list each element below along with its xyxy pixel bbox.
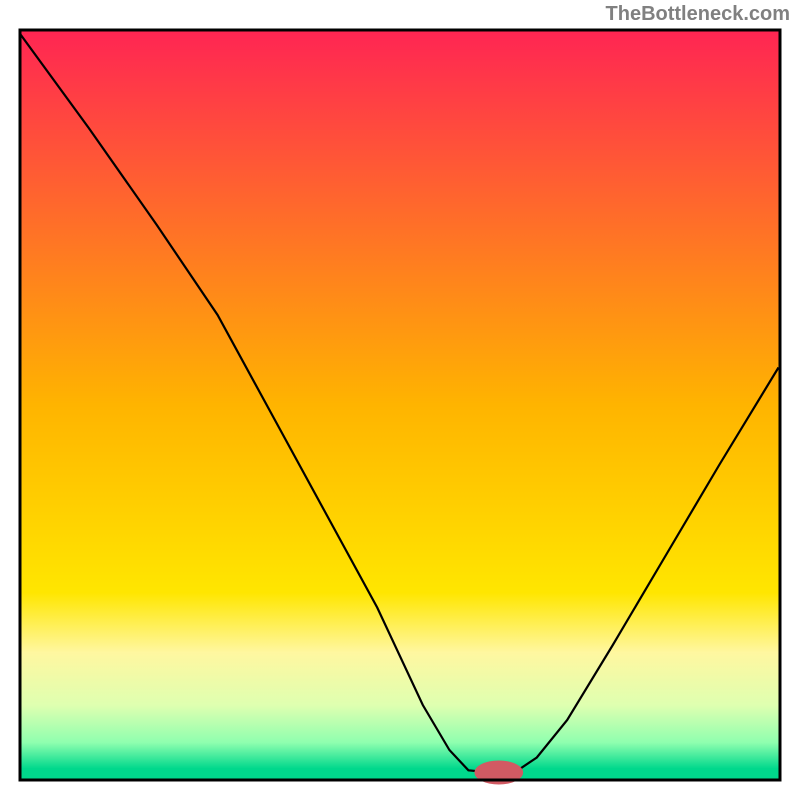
gradient-background: [20, 30, 780, 780]
chart-container: TheBottleneck.com: [0, 0, 800, 800]
watermark-text: TheBottleneck.com: [606, 3, 790, 26]
bottleneck-chart: [0, 0, 800, 800]
